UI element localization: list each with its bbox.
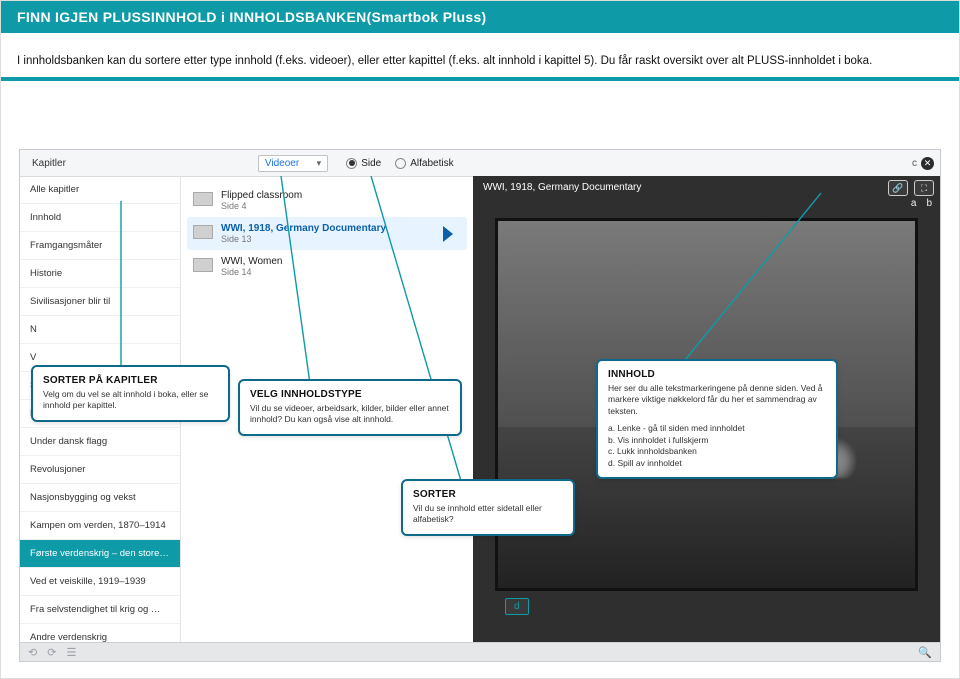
callout-innhold-body: Her ser du alle tekstmarkeringene på den… xyxy=(608,383,826,417)
video-thumb-icon xyxy=(193,192,213,206)
sidebar-item[interactable]: Revolusjoner xyxy=(20,456,180,484)
sidebar-item[interactable]: Alle kapitler xyxy=(20,176,180,204)
list-icon[interactable]: ☰ xyxy=(66,646,76,659)
undo-icon[interactable]: ⟲ xyxy=(28,646,37,659)
video-item[interactable]: WWI, 1918, Germany DocumentarySide 13 xyxy=(187,217,467,250)
video-item-title: Flipped classroom xyxy=(221,190,302,201)
callout-kapitler: SORTER PÅ KAPITLER Velg om du vel se alt… xyxy=(31,365,230,422)
toolbar: Kapitler Videoer Side Alfabetisk c ✕ xyxy=(20,150,940,177)
callout-sorter-title: SORTER xyxy=(413,489,563,500)
close-icon[interactable]: ✕ xyxy=(921,157,934,170)
sidebar-item[interactable]: Under dansk flagg xyxy=(20,428,180,456)
callout-sorter-body: Vil du se innhold etter sidetall eller a… xyxy=(413,503,563,526)
play-label-d[interactable]: d xyxy=(505,598,529,615)
subtitle-wrap: I innholdsbanken kan du sortere etter ty… xyxy=(1,33,959,81)
sidebar-item[interactable]: N xyxy=(20,316,180,344)
video-thumb-icon xyxy=(193,258,213,272)
type-dropdown[interactable]: Videoer xyxy=(258,155,328,172)
callout-kapitler-body: Velg om du vel se alt innhold i boka, el… xyxy=(43,389,218,412)
video-thumb-icon xyxy=(193,225,213,239)
close-caret-letter: c xyxy=(912,158,917,169)
radio-alpha[interactable]: Alfabetisk xyxy=(395,158,453,169)
callout-innhold-b: b. Vis innholdet i fullskjerm xyxy=(608,435,826,446)
video-item[interactable]: Flipped classroomSide 4 xyxy=(187,184,467,217)
chevron-right-icon xyxy=(443,226,453,242)
page: FINN IGJEN PLUSSINNHOLD i INNHOLDSBANKEN… xyxy=(0,0,960,679)
callout-innhold: INNHOLD Her ser du alle tekstmarkeringen… xyxy=(596,359,838,479)
preview-title: WWI, 1918, Germany Documentary xyxy=(483,182,641,193)
sidebar-item[interactable]: Sivilisasjoner blir til xyxy=(20,288,180,316)
redo-icon[interactable]: ⟳ xyxy=(47,646,56,659)
video-item-side: Side 14 xyxy=(221,267,282,277)
sidebar-item[interactable]: Historie xyxy=(20,260,180,288)
sidebar-item[interactable]: Framgangsmåter xyxy=(20,232,180,260)
video-item-side: Side 4 xyxy=(221,201,302,211)
search-icon[interactable]: 🔍 xyxy=(918,646,932,659)
link-icon[interactable]: 🔗 xyxy=(888,180,908,196)
video-item-title: WWI, 1918, Germany Documentary xyxy=(221,223,386,234)
preview-tools: 🔗 ⛶ xyxy=(888,180,934,196)
sidebar-item[interactable]: Nasjonsbygging og vekst xyxy=(20,484,180,512)
callout-innhold-a: a. Lenke - gå til siden med innholdet xyxy=(608,423,826,434)
letter-a: a xyxy=(911,198,917,209)
sidebar-item[interactable]: Fra selvstendighet til krig og … xyxy=(20,596,180,624)
callout-type: VELG INNHOLDSTYPE Vil du se videoer, arb… xyxy=(238,379,462,436)
preview-letters: a b xyxy=(911,198,932,209)
callout-sorter: SORTER Vil du se innhold etter sidetall … xyxy=(401,479,575,536)
sidebar-item[interactable]: Kampen om verden, 1870–1914 xyxy=(20,512,180,540)
callout-innhold-c: c. Lukk innholdsbanken xyxy=(608,446,826,457)
sort-radios: Side Alfabetisk xyxy=(346,158,453,169)
page-title: FINN IGJEN PLUSSINNHOLD i INNHOLDSBANKEN… xyxy=(1,1,959,33)
fullscreen-icon[interactable]: ⛶ xyxy=(914,180,934,196)
callout-innhold-d: d. Spill av innholdet xyxy=(608,458,826,469)
video-item-side: Side 13 xyxy=(221,234,386,244)
page-subtitle: I innholdsbanken kan du sortere etter ty… xyxy=(17,55,943,67)
toolbar-label: Kapitler xyxy=(20,158,78,169)
sidebar-item[interactable]: Første verdenskrig – den store… xyxy=(20,540,180,568)
sidebar-item[interactable]: Andre verdenskrig xyxy=(20,624,180,643)
radio-alpha-label: Alfabetisk xyxy=(410,158,453,169)
footer-bar: ⟲ ⟳ ☰ 🔍 xyxy=(20,642,940,661)
callout-type-body: Vil du se videoer, arbeidsark, kilder, b… xyxy=(250,403,450,426)
radio-dot-icon xyxy=(346,158,357,169)
sidebar-item[interactable]: Innhold xyxy=(20,204,180,232)
video-item-title: WWI, Women xyxy=(221,256,282,267)
video-item[interactable]: WWI, WomenSide 14 xyxy=(187,250,467,283)
sidebar-item[interactable]: Ved et veiskille, 1919–1939 xyxy=(20,568,180,596)
callout-innhold-title: INNHOLD xyxy=(608,369,826,380)
radio-side[interactable]: Side xyxy=(346,158,381,169)
letter-b: b xyxy=(926,198,932,209)
radio-dot-icon xyxy=(395,158,406,169)
radio-side-label: Side xyxy=(361,158,381,169)
callout-type-title: VELG INNHOLDSTYPE xyxy=(250,389,450,400)
callout-kapitler-title: SORTER PÅ KAPITLER xyxy=(43,375,218,386)
